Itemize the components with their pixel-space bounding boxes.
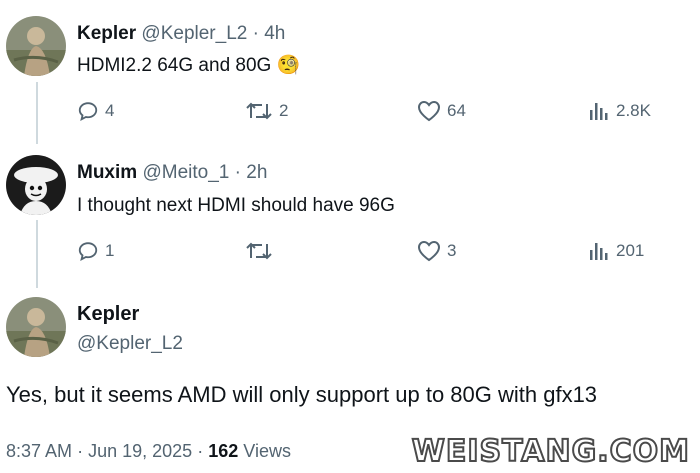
tweet-text: HDMI2.2 64G and 80G 🧐 bbox=[77, 55, 300, 77]
tweet-date[interactable]: Jun 19, 2025 bbox=[88, 441, 192, 461]
separator-dot: · bbox=[77, 441, 84, 461]
reply-button[interactable]: 1 bbox=[77, 238, 114, 264]
author-handle[interactable]: @Meito_1 bbox=[142, 162, 229, 183]
separator-dot: · bbox=[234, 162, 241, 183]
separator-dot: · bbox=[252, 23, 259, 44]
tweet-time[interactable]: 4h bbox=[264, 23, 285, 44]
avatar[interactable] bbox=[6, 155, 66, 215]
tweet-time[interactable]: 2h bbox=[246, 162, 267, 183]
author-handle[interactable]: @Kepler_L2 bbox=[77, 333, 183, 355]
tweet-header: Muxim @Meito_1 · 2h bbox=[77, 162, 267, 184]
retweet-button[interactable]: 2 bbox=[245, 98, 288, 124]
avatar[interactable] bbox=[6, 16, 66, 76]
retweet-icon bbox=[245, 240, 273, 262]
author-name[interactable]: Kepler bbox=[77, 23, 136, 44]
views-total: 162 bbox=[208, 441, 239, 461]
retweet-icon bbox=[245, 100, 273, 122]
retweet-button[interactable] bbox=[245, 238, 279, 264]
tweet-header: Kepler @Kepler_L2 · 4h bbox=[77, 23, 285, 45]
views-button[interactable]: 201 bbox=[588, 238, 644, 264]
like-button[interactable]: 3 bbox=[417, 238, 456, 264]
author-name[interactable]: Muxim bbox=[77, 162, 137, 183]
retweet-count: 2 bbox=[279, 101, 289, 120]
reply-icon bbox=[77, 100, 99, 122]
views-count: 2.8K bbox=[616, 101, 651, 120]
thread-line bbox=[36, 220, 38, 288]
author-name[interactable]: Kepler bbox=[77, 303, 139, 326]
tweet-text: Yes, but it seems AMD will only support … bbox=[6, 382, 598, 407]
reply-icon bbox=[77, 240, 99, 262]
author-handle[interactable]: @Kepler_L2 bbox=[141, 23, 247, 44]
views-button[interactable]: 2.8K bbox=[588, 98, 651, 124]
views-icon bbox=[588, 100, 610, 122]
tweet-text-content: HDMI2.2 64G and 80G bbox=[77, 55, 272, 76]
views-label: Views bbox=[243, 441, 291, 461]
monocle-face-emoji: 🧐 bbox=[276, 55, 301, 76]
views-count: 201 bbox=[616, 241, 645, 260]
reply-count: 1 bbox=[105, 241, 115, 260]
tweet-time[interactable]: 8:37 AM bbox=[6, 441, 72, 461]
thread-line bbox=[36, 82, 38, 144]
avatar[interactable] bbox=[6, 297, 66, 357]
views-icon bbox=[588, 240, 610, 262]
like-count: 64 bbox=[447, 101, 466, 120]
tweet-meta: 8:37 AM · Jun 19, 2025 · 162 Views bbox=[6, 441, 291, 462]
watermark: WEISTANG.COM bbox=[411, 433, 690, 470]
reply-count: 4 bbox=[105, 101, 115, 120]
like-icon bbox=[417, 100, 441, 122]
separator-dot: · bbox=[197, 441, 204, 461]
like-icon bbox=[417, 240, 441, 262]
reply-button[interactable]: 4 bbox=[77, 98, 114, 124]
like-count: 3 bbox=[447, 241, 457, 260]
like-button[interactable]: 64 bbox=[417, 98, 466, 124]
tweet-text: I thought next HDMI should have 96G bbox=[77, 195, 395, 216]
